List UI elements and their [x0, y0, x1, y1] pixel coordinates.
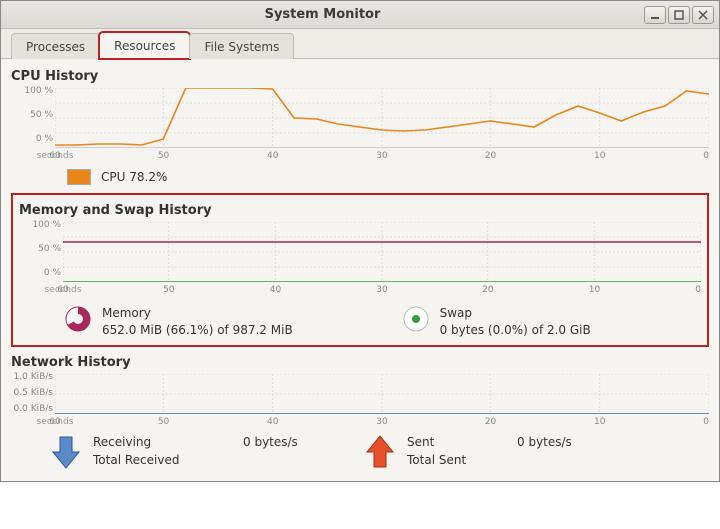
cpu-y-50: 50 % — [11, 110, 53, 120]
download-arrow-icon — [51, 435, 81, 469]
swap-pie-icon — [402, 305, 430, 333]
cpu-y-100: 100 % — [11, 86, 53, 96]
net-chart-box: 1.0 KiB/s 0.5 KiB/s 0.0 KiB/s 60 seconds… — [11, 374, 709, 431]
cpu-swatch[interactable] — [67, 169, 91, 185]
cpu-history-title: CPU History — [11, 69, 709, 84]
upload-arrow-icon — [365, 435, 395, 469]
recv-table[interactable]: Receiving 0 bytes/s Total Received — [93, 435, 353, 467]
swap-legend[interactable]: Swap 0 bytes (0.0%) of 2.0 GiB — [402, 305, 701, 339]
cpu-chart-box: 100 % 50 % 0 % 60 seconds 50 40 30 20 10… — [11, 88, 709, 165]
tab-resources[interactable]: Resources — [99, 32, 190, 59]
cpu-legend-label: CPU — [101, 170, 125, 184]
net-y-00: 0.0 KiB/s — [11, 404, 53, 414]
net-xaxis: 60 seconds 50 40 30 20 10 0 — [55, 417, 709, 431]
total-received-label: Total Received — [93, 453, 243, 467]
cpu-chart — [55, 88, 709, 148]
mem-legend-row: Memory 652.0 MiB (66.1%) of 987.2 MiB Sw… — [64, 305, 701, 339]
mem-chart — [63, 222, 701, 282]
swap-value: 0 bytes (0.0%) of 2.0 GiB — [440, 323, 591, 337]
mem-y-0: 0 % — [19, 268, 61, 278]
mem-y-50: 50 % — [19, 244, 61, 254]
memory-pie-icon — [64, 305, 92, 333]
titlebar: System Monitor — [1, 1, 719, 29]
memory-label: Memory — [102, 305, 293, 322]
sent-label: Sent — [407, 435, 517, 449]
tab-bar: Processes Resources File Systems — [1, 29, 719, 59]
net-y-05: 0.5 KiB/s — [11, 388, 53, 398]
receiving-value: 0 bytes/s — [243, 435, 353, 449]
network-history-title: Network History — [11, 355, 709, 370]
memory-value: 652.0 MiB (66.1%) of 987.2 MiB — [102, 323, 293, 337]
window: System Monitor Processes Resources File … — [0, 0, 720, 482]
cpu-y-0: 0 % — [11, 134, 53, 144]
mem-chart-box: 100 % 50 % 0 % 60 seconds 50 40 30 — [19, 222, 701, 299]
swap-label: Swap — [440, 305, 591, 322]
total-sent-label: Total Sent — [407, 453, 517, 467]
cpu-xaxis: 60 seconds 50 40 30 20 10 0 — [55, 151, 709, 165]
memory-history-title: Memory and Swap History — [19, 203, 701, 218]
net-chart — [55, 374, 709, 414]
minimize-button[interactable] — [644, 6, 666, 24]
receiving-label: Receiving — [93, 435, 243, 449]
cpu-legend: CPU 78.2% — [67, 169, 709, 185]
tab-filesystems[interactable]: File Systems — [189, 33, 294, 59]
sent-table[interactable]: Sent 0 bytes/s Total Sent — [407, 435, 627, 467]
network-legend: Receiving 0 bytes/s Total Received Sent … — [51, 435, 709, 469]
content-area: CPU History 100 % 50 % 0 % 60 seconds 50… — [1, 59, 719, 481]
memory-section-highlight: Memory and Swap History 100 % 50 % 0 % 6… — [11, 193, 709, 347]
memory-legend[interactable]: Memory 652.0 MiB (66.1%) of 987.2 MiB — [64, 305, 402, 339]
sent-value: 0 bytes/s — [517, 435, 627, 449]
net-y-10: 1.0 KiB/s — [11, 372, 53, 382]
tab-processes[interactable]: Processes — [11, 33, 100, 59]
cpu-legend-value: 78.2% — [129, 170, 167, 184]
mem-xaxis: 60 seconds 50 40 30 20 10 0 — [63, 285, 701, 299]
window-title: System Monitor — [1, 7, 644, 22]
close-button[interactable] — [692, 6, 714, 24]
maximize-button[interactable] — [668, 6, 690, 24]
mem-y-100: 100 % — [19, 220, 61, 230]
